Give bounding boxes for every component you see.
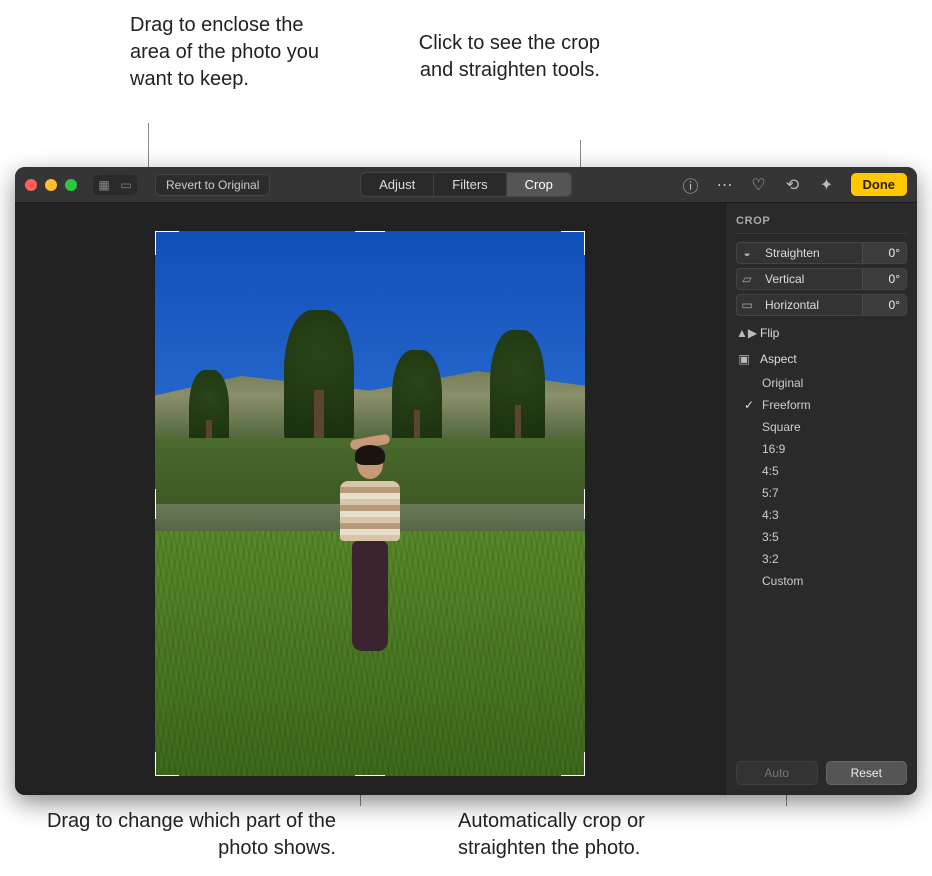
aspect-option-freeform[interactable]: Freeform — [762, 394, 907, 416]
horizontal-perspective-icon: ▭ — [737, 298, 757, 312]
aspect-option-3-5[interactable]: 3:5 — [762, 526, 907, 548]
crop-panel: CROP ◒ Straighten 0° ▱ Vertical 0° ▭ Hor… — [725, 203, 917, 795]
photos-edit-window: ▦ ▭ Revert to Original Adjust Filters Cr… — [15, 167, 917, 795]
done-button[interactable]: Done — [851, 173, 908, 196]
titlebar: ▦ ▭ Revert to Original Adjust Filters Cr… — [15, 167, 917, 203]
straighten-value: 0° — [862, 243, 906, 263]
horizontal-slider[interactable]: ▭ Horizontal 0° — [736, 294, 907, 316]
reset-button[interactable]: Reset — [826, 761, 908, 785]
vertical-label: Vertical — [763, 272, 856, 286]
tab-filters[interactable]: Filters — [434, 173, 506, 196]
straighten-slider[interactable]: ◒ Straighten 0° — [736, 242, 907, 264]
edit-mode-tabs: Adjust Filters Crop — [360, 172, 572, 197]
horizontal-label: Horizontal — [763, 298, 856, 312]
vertical-value: 0° — [862, 269, 906, 289]
toolbar-right: ⓘ ⋯ ♡ ⟲ ✦ Done — [681, 173, 908, 197]
straighten-icon: ◒ — [737, 246, 757, 260]
favorite-icon[interactable]: ♡ — [749, 175, 769, 195]
aspect-option-5-7[interactable]: 5:7 — [762, 482, 907, 504]
callout-crop-tab: Click to see the crop and straighten too… — [380, 30, 600, 84]
zoom-window-button[interactable] — [65, 179, 77, 191]
aspect-header: ▣ Aspect — [736, 346, 907, 372]
aspect-option-16-9[interactable]: 16:9 — [762, 438, 907, 460]
aspect-option-4-5[interactable]: 4:5 — [762, 460, 907, 482]
aspect-ratio-list: OriginalFreeformSquare16:94:55:74:33:53:… — [736, 372, 907, 592]
single-view-icon: ▭ — [115, 175, 137, 195]
info-icon[interactable]: ⓘ — [681, 173, 701, 197]
vertical-slider[interactable]: ▱ Vertical 0° — [736, 268, 907, 290]
close-window-button[interactable] — [25, 179, 37, 191]
photo-image[interactable] — [155, 231, 585, 776]
aspect-option-3-2[interactable]: 3:2 — [762, 548, 907, 570]
aspect-option-original[interactable]: Original — [762, 372, 907, 394]
horizontal-value: 0° — [862, 295, 906, 315]
auto-enhance-icon[interactable]: ✦ — [817, 175, 837, 195]
panel-heading: CROP — [736, 211, 907, 234]
flip-label: Flip — [760, 326, 779, 340]
photo-canvas[interactable] — [15, 203, 725, 795]
vertical-perspective-icon: ▱ — [737, 272, 757, 286]
callout-auto-button: Automatically crop or straighten the pho… — [458, 808, 738, 862]
flip-button[interactable]: ▲▶ Flip — [736, 320, 907, 346]
more-icon[interactable]: ⋯ — [715, 175, 735, 195]
flip-icon: ▲▶ — [736, 326, 752, 340]
aspect-option-square[interactable]: Square — [762, 416, 907, 438]
rotate-icon[interactable]: ⟲ — [783, 175, 803, 195]
callout-crop-frame: Drag to enclose the area of the photo yo… — [130, 12, 330, 93]
aspect-option-custom[interactable]: Custom — [762, 570, 907, 592]
auto-button[interactable]: Auto — [736, 761, 818, 785]
grid-view-icon: ▦ — [93, 175, 115, 195]
aspect-label: Aspect — [760, 352, 797, 366]
aspect-option-4-3[interactable]: 4:3 — [762, 504, 907, 526]
view-toggle[interactable]: ▦ ▭ — [93, 175, 137, 195]
aspect-icon: ▣ — [736, 352, 752, 366]
minimize-window-button[interactable] — [45, 179, 57, 191]
callout-drag-photo: Drag to change which part of the photo s… — [36, 808, 336, 862]
window-controls — [25, 179, 77, 191]
tab-adjust[interactable]: Adjust — [361, 173, 434, 196]
revert-to-original-button[interactable]: Revert to Original — [155, 174, 270, 196]
straighten-label: Straighten — [763, 246, 856, 260]
tab-crop[interactable]: Crop — [507, 173, 571, 196]
